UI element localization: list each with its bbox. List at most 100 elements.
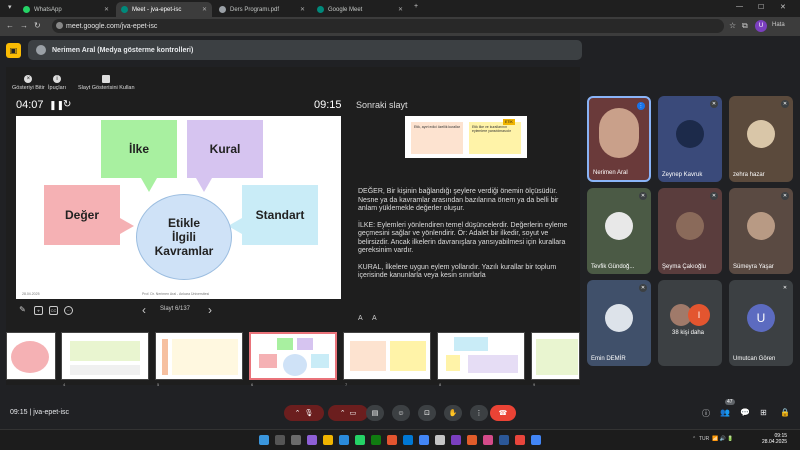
participant-avatar <box>676 120 704 148</box>
profile-avatar[interactable]: U <box>755 20 767 32</box>
present-button[interactable]: ⊡ <box>418 405 436 421</box>
laser-pointer-icon[interactable]: ⌖ <box>34 306 43 315</box>
participant-tile[interactable]: ✕ Şeyma Çakıoğlu <box>658 188 722 274</box>
chrome-icon[interactable] <box>531 435 541 445</box>
filmstrip-number: 8 <box>439 382 442 387</box>
people-icon[interactable]: 👥 <box>720 408 730 417</box>
profile-label[interactable]: Hata <box>772 22 785 28</box>
site-info-icon[interactable] <box>56 22 63 29</box>
windows-start-icon[interactable] <box>259 435 269 445</box>
participant-tile[interactable]: ✕ Tevfik Gündoğ... <box>587 188 651 274</box>
app-icon[interactable] <box>307 435 317 445</box>
pen-icon[interactable]: ✎ <box>18 306 27 315</box>
close-icon[interactable]: ✕ <box>300 6 305 13</box>
new-tab-button[interactable]: + <box>414 3 418 10</box>
filmstrip-slide-selected[interactable] <box>249 332 337 380</box>
file-explorer-icon[interactable] <box>323 435 333 445</box>
participant-tile[interactable]: ⋮ Nerimen Aral <box>587 96 651 182</box>
back-icon[interactable]: ← <box>6 21 14 30</box>
camera-button[interactable]: ⌃ ▭ <box>328 405 368 421</box>
meeting-time: 09:15 <box>10 409 28 416</box>
present-screen-icon: ⊡ <box>424 410 430 417</box>
taskbar-clock[interactable]: 09:15 28.04.2025 <box>762 433 787 445</box>
close-icon[interactable]: ✕ <box>104 6 109 13</box>
captions-button[interactable]: ▤ <box>366 405 384 421</box>
filmstrip-slide[interactable] <box>155 332 243 380</box>
tab-menu-icon[interactable]: ▾ <box>8 3 12 11</box>
maximize-icon[interactable]: ☐ <box>758 3 764 11</box>
forward-icon[interactable]: → <box>20 21 28 30</box>
tab-google-meet[interactable]: Google Meet ✕ <box>312 2 408 17</box>
bookmark-star-icon[interactable]: ☆ <box>729 21 736 30</box>
filmstrip-slide[interactable] <box>343 332 431 380</box>
xbox-icon[interactable] <box>371 435 381 445</box>
app-icon[interactable] <box>451 435 461 445</box>
end-show-button[interactable]: × Gösteriyi Bitir <box>12 75 45 91</box>
center-line: İlgili <box>172 230 196 244</box>
office-icon[interactable] <box>387 435 397 445</box>
task-view-icon[interactable] <box>291 435 301 445</box>
chat-icon[interactable]: 💬 <box>740 408 750 417</box>
minimize-icon[interactable]: — <box>736 3 743 10</box>
tab-whatsapp[interactable]: WhatsApp ✕ <box>18 2 114 17</box>
more-participants-label: 38 kişi daha <box>672 330 705 336</box>
filmstrip-slide[interactable] <box>6 332 56 380</box>
word-icon[interactable] <box>499 435 509 445</box>
center-line: Kavramlar <box>154 244 214 258</box>
close-icon[interactable]: ✕ <box>398 6 403 13</box>
tips-button[interactable]: i İpuçları <box>48 75 66 91</box>
chrome-icon[interactable] <box>419 435 429 445</box>
slide-box-standart: Standart <box>242 185 318 245</box>
more-options-icon[interactable]: ⋯ <box>64 306 73 315</box>
leave-call-button[interactable]: ☎ <box>490 405 516 421</box>
outlook-icon[interactable] <box>403 435 413 445</box>
system-tray[interactable]: ⌃ TUR 📶 🔊 🔋 <box>692 436 733 442</box>
address-bar[interactable]: meet.google.com/jva-epet-isc <box>52 19 724 33</box>
use-slideshow-button[interactable]: Slayt Gösterisini Kullan <box>78 75 135 91</box>
arrow-shape <box>120 218 134 234</box>
app-icon[interactable] <box>435 435 445 445</box>
pause-icon[interactable]: ❚❚ <box>49 100 64 111</box>
filmstrip-slide[interactable] <box>61 332 149 380</box>
filmstrip-slide[interactable] <box>437 332 525 380</box>
participant-tile[interactable]: ✕ Zeynep Kavruk <box>658 96 722 182</box>
meeting-control-bar: 09:15 | jva-epet-isc ⌃ 🎙 ⌃ ▭ ▤ ☺ ⊡ ✋ ⋮ ☎… <box>0 398 800 428</box>
app-icon[interactable] <box>483 435 493 445</box>
present-icon[interactable]: ▣ <box>6 43 21 58</box>
participant-tile[interactable]: U ✕ Umutcan Gören <box>729 280 793 366</box>
search-icon[interactable] <box>275 435 285 445</box>
participant-tile[interactable]: ✕ Emin DEMİR <box>587 280 651 366</box>
thumb-shape <box>468 355 518 373</box>
captions-icon[interactable]: CC <box>49 306 58 315</box>
slide-center-ellipse: Etikle İlgili Kavramlar <box>136 194 232 280</box>
hand-icon: ✋ <box>448 410 458 417</box>
font-larger-button[interactable]: A <box>372 315 377 322</box>
next-slide-thumbnail[interactable]: Etik, ayırt edici özellik kurallar Etik … <box>405 116 527 158</box>
microphone-button[interactable]: ⌃ 🎙 <box>284 405 324 421</box>
info-icon[interactable]: ⓘ <box>702 408 710 419</box>
activities-icon[interactable]: ⊞ <box>760 408 767 417</box>
more-options-button[interactable]: ⋮ <box>470 405 488 421</box>
reset-timer-icon[interactable]: ↻ <box>63 99 71 110</box>
edge-icon[interactable] <box>339 435 349 445</box>
tab-pdf[interactable]: Ders Programı.pdf ✕ <box>214 2 310 17</box>
host-controls-icon[interactable]: 🔒 <box>780 408 790 417</box>
app-icon[interactable] <box>515 435 525 445</box>
more-participants-tile[interactable]: I 38 kişi daha <box>658 280 722 366</box>
firefox-icon[interactable] <box>467 435 477 445</box>
mic-off-icon: ✕ <box>781 284 789 292</box>
reload-icon[interactable]: ↻ <box>34 21 41 30</box>
filmstrip-slide[interactable] <box>531 332 580 380</box>
font-smaller-button[interactable]: A <box>358 315 363 322</box>
next-slide-button[interactable]: › <box>208 303 212 317</box>
close-icon[interactable]: ✕ <box>202 6 207 13</box>
whatsapp-icon[interactable] <box>355 435 365 445</box>
close-window-icon[interactable]: ✕ <box>780 3 786 11</box>
raise-hand-button[interactable]: ✋ <box>444 405 462 421</box>
participant-tile[interactable]: ✕ zehra hazar <box>729 96 793 182</box>
reactions-button[interactable]: ☺ <box>392 405 410 421</box>
extensions-icon[interactable]: ⧉ <box>742 21 748 31</box>
tab-meet[interactable]: Meet - jva-epet-isc ✕ <box>116 2 212 17</box>
previous-slide-button[interactable]: ‹ <box>142 303 146 317</box>
participant-tile[interactable]: ✕ Sümeyra Yaşar <box>729 188 793 274</box>
